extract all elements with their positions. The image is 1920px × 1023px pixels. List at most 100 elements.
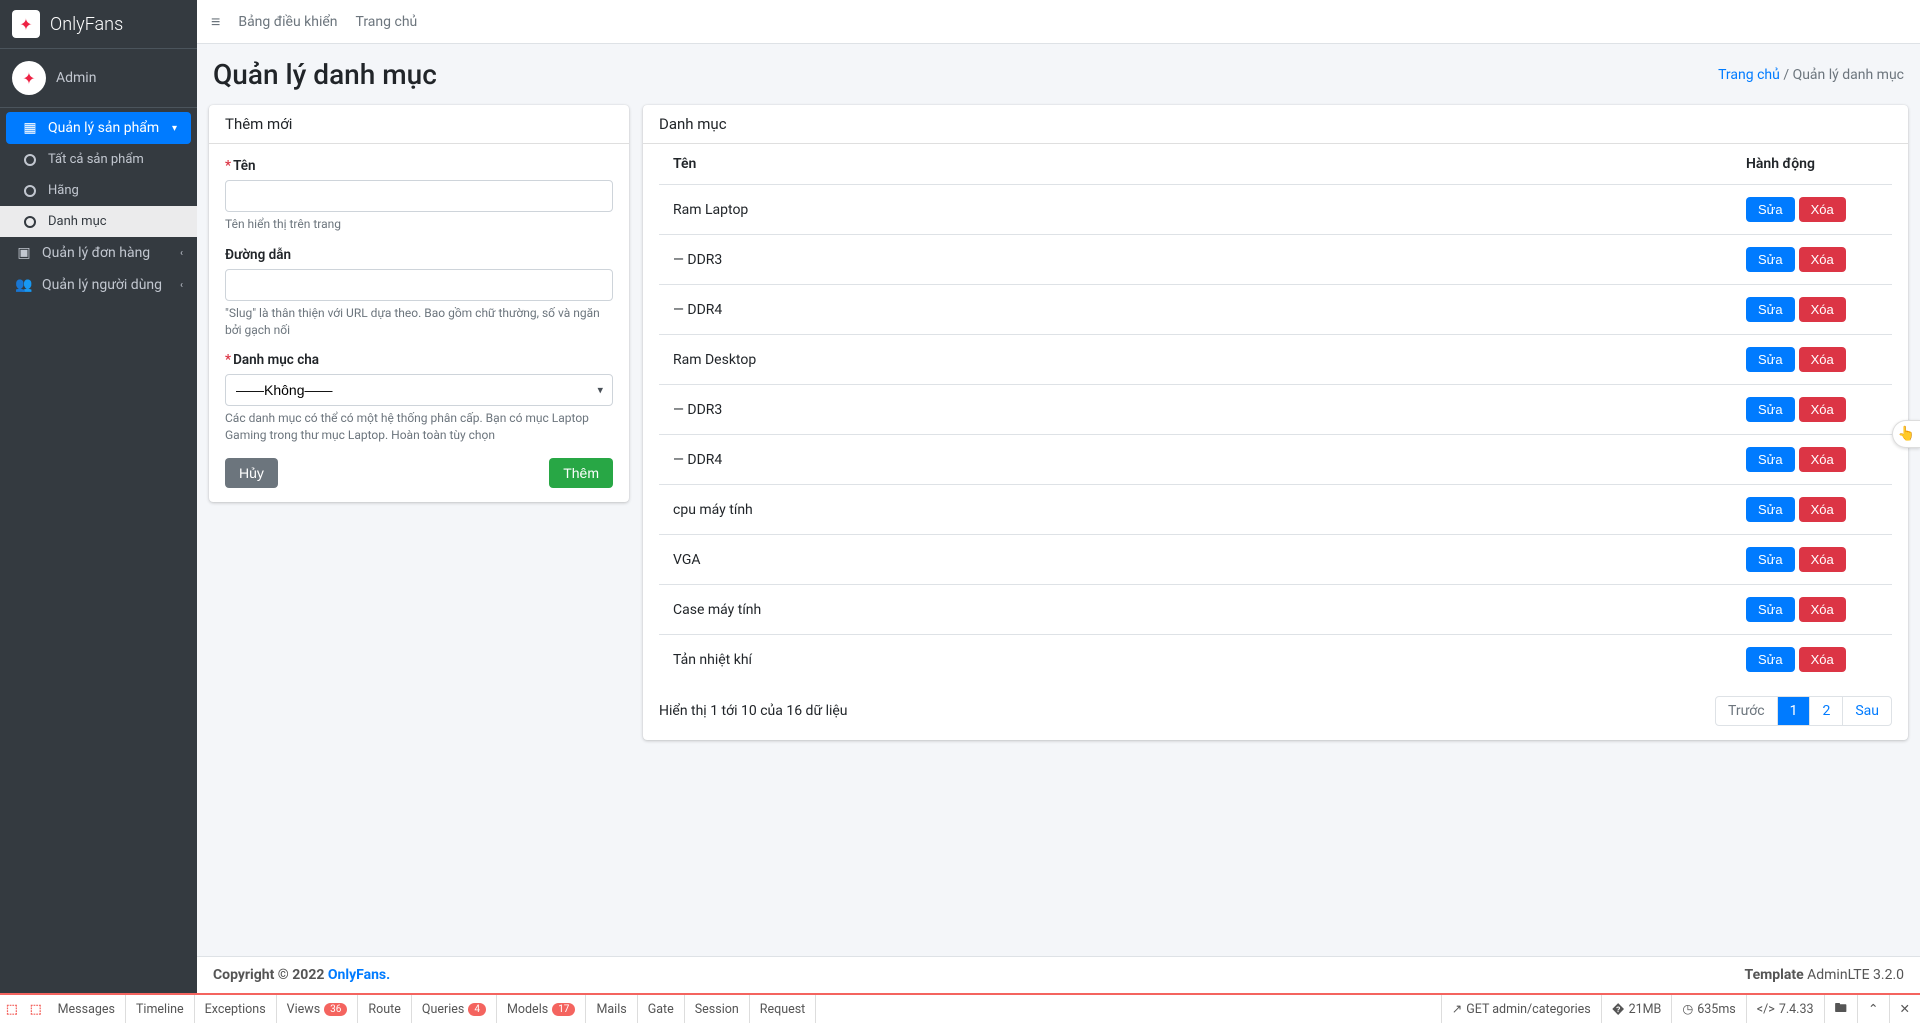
delete-button[interactable]: Xóa — [1799, 247, 1846, 272]
delete-button[interactable]: Xóa — [1799, 647, 1846, 672]
topnav-home[interactable]: Trang chủ — [356, 14, 418, 30]
folder-icon: 🖿 — [1835, 999, 1848, 1020]
menu-toggle-icon[interactable]: ≡ — [211, 12, 220, 32]
circle-icon — [20, 216, 40, 228]
hand-icon: 👆 — [1898, 426, 1915, 442]
delete-button[interactable]: Xóa — [1799, 447, 1846, 472]
dbg-messages[interactable]: Messages — [48, 995, 126, 1023]
sidebar-item-orders[interactable]: ▣ Quản lý đơn hàng ‹ — [0, 237, 197, 269]
dbg-time[interactable]: ◷635ms — [1671, 995, 1745, 1023]
edit-button[interactable]: Sửa — [1746, 397, 1795, 422]
cell-name: Case máy tính — [659, 585, 1732, 635]
dbg-memory[interactable]: �⵼21MB — [1601, 995, 1672, 1023]
delete-button[interactable]: Xóa — [1799, 497, 1846, 522]
circle-icon — [20, 154, 40, 166]
share-icon: ↗ — [1452, 1001, 1462, 1017]
dbg-models[interactable]: Models17 — [497, 995, 586, 1023]
delete-button[interactable]: Xóa — [1799, 297, 1846, 322]
dbg-timeline[interactable]: Timeline — [126, 995, 195, 1023]
cell-name: Tản nhiệt khí — [659, 635, 1732, 685]
name-input[interactable] — [225, 180, 613, 212]
dbg-route-info[interactable]: ↗GET admin/categories — [1441, 995, 1601, 1023]
dbg-gate[interactable]: Gate — [638, 995, 685, 1023]
breadcrumb-current: Quản lý danh mục — [1793, 67, 1904, 83]
topnav-dashboard[interactable]: Bảng điều khiển — [238, 14, 337, 30]
slug-label: Đường dẫn — [225, 247, 613, 263]
cell-actions: SửaXóa — [1732, 585, 1892, 635]
delete-button[interactable]: Xóa — [1799, 197, 1846, 222]
page-next[interactable]: Sau — [1843, 697, 1891, 725]
dbg-collapse[interactable]: ⌃ — [1857, 995, 1888, 1023]
user-panel[interactable]: ✦ Admin — [0, 49, 197, 108]
dbg-php[interactable]: </>7.4.33 — [1746, 995, 1824, 1023]
dbg-close[interactable]: ✕ — [1889, 995, 1920, 1023]
dbg-exceptions[interactable]: Exceptions — [195, 995, 277, 1023]
code-icon: </> — [1757, 1002, 1775, 1017]
sidebar-item-categories[interactable]: Danh mục — [0, 206, 197, 237]
sidebar-item-products[interactable]: ▦ Quản lý sản phẩm ▾ — [6, 112, 191, 144]
delete-button[interactable]: Xóa — [1799, 397, 1846, 422]
table-row: — DDR3SửaXóa — [659, 235, 1892, 285]
edit-button[interactable]: Sửa — [1746, 497, 1795, 522]
clock-icon: ◷ — [1682, 1001, 1693, 1017]
memory-icon: �⵼ — [1612, 1002, 1625, 1017]
edit-button[interactable]: Sửa — [1746, 547, 1795, 572]
edit-button[interactable]: Sửa — [1746, 347, 1795, 372]
edit-button[interactable]: Sửa — [1746, 597, 1795, 622]
footer-brand-link[interactable]: OnlyFans. — [328, 967, 390, 983]
laravel-icon[interactable]: ⬚ — [24, 1001, 48, 1017]
edit-button[interactable]: Sửa — [1746, 647, 1795, 672]
edit-button[interactable]: Sửa — [1746, 247, 1795, 272]
page-prev[interactable]: Trước — [1716, 697, 1777, 725]
dbg-folder[interactable]: 🖿 — [1824, 995, 1858, 1023]
chevron-down-icon: ▾ — [172, 123, 177, 134]
table-row: — DDR4SửaXóa — [659, 435, 1892, 485]
dbg-mails[interactable]: Mails — [586, 995, 637, 1023]
dbg-queries[interactable]: Queries4 — [412, 995, 497, 1023]
slug-help: "Slug" là thân thiện với URL dựa theo. B… — [225, 305, 613, 339]
cell-name: VGA — [659, 535, 1732, 585]
delete-button[interactable]: Xóa — [1799, 597, 1846, 622]
floating-action-button[interactable]: 👆 — [1892, 420, 1920, 448]
name-label: *Tên — [225, 158, 613, 174]
page-1[interactable]: 1 — [1778, 697, 1810, 725]
table-row: Tản nhiệt khí SửaXóa — [659, 635, 1892, 685]
cell-actions: SửaXóa — [1732, 185, 1892, 235]
user-name: Admin — [56, 70, 96, 86]
cell-name: — DDR4 — [659, 285, 1732, 335]
sidebar-item-label: Quản lý sản phẩm — [48, 120, 159, 136]
delete-button[interactable]: Xóa — [1799, 347, 1846, 372]
brand-name: OnlyFans — [50, 14, 123, 35]
laravel-icon[interactable]: ⬚ — [0, 1001, 24, 1017]
submit-button[interactable]: Thêm — [549, 458, 613, 488]
cell-name: Ram Laptop — [659, 185, 1732, 235]
cancel-button[interactable]: Hủy — [225, 458, 278, 488]
dbg-session[interactable]: Session — [685, 995, 750, 1023]
brand[interactable]: ✦ OnlyFans — [0, 0, 197, 49]
delete-button[interactable]: Xóa — [1799, 547, 1846, 572]
sidebar-item-label: Quản lý đơn hàng — [42, 245, 150, 261]
chevron-left-icon: ‹ — [180, 248, 183, 259]
page-title: Quản lý danh mục — [213, 58, 437, 91]
circle-icon — [20, 185, 40, 197]
brand-logo-icon: ✦ — [12, 10, 40, 38]
parent-select[interactable]: ——Không—— — [225, 374, 613, 406]
edit-button[interactable]: Sửa — [1746, 447, 1795, 472]
parent-label: *Danh mục cha — [225, 352, 613, 368]
cell-name: cpu máy tính — [659, 485, 1732, 535]
avatar-icon: ✦ — [12, 61, 46, 95]
sidebar-item-users[interactable]: 👥 Quản lý người dùng ‹ — [0, 269, 197, 301]
dbg-request[interactable]: Request — [750, 995, 817, 1023]
sidebar: ✦ OnlyFans ✦ Admin ▦ Quản lý sản phẩm ▾ — [0, 0, 197, 993]
edit-button[interactable]: Sửa — [1746, 297, 1795, 322]
breadcrumb-home[interactable]: Trang chủ — [1718, 67, 1780, 83]
sidebar-item-brands[interactable]: Hãng — [0, 175, 197, 206]
edit-button[interactable]: Sửa — [1746, 197, 1795, 222]
sidebar-item-label: Quản lý người dùng — [42, 277, 162, 293]
slug-input[interactable] — [225, 269, 613, 301]
dbg-route[interactable]: Route — [358, 995, 411, 1023]
sidebar-item-all-products[interactable]: Tất cả sản phẩm — [0, 144, 197, 175]
dbg-views[interactable]: Views36 — [277, 995, 359, 1023]
categories-card: Danh mục Tên Hành động Ram LaptopSửaXóa—… — [643, 105, 1908, 740]
page-2[interactable]: 2 — [1810, 697, 1842, 725]
